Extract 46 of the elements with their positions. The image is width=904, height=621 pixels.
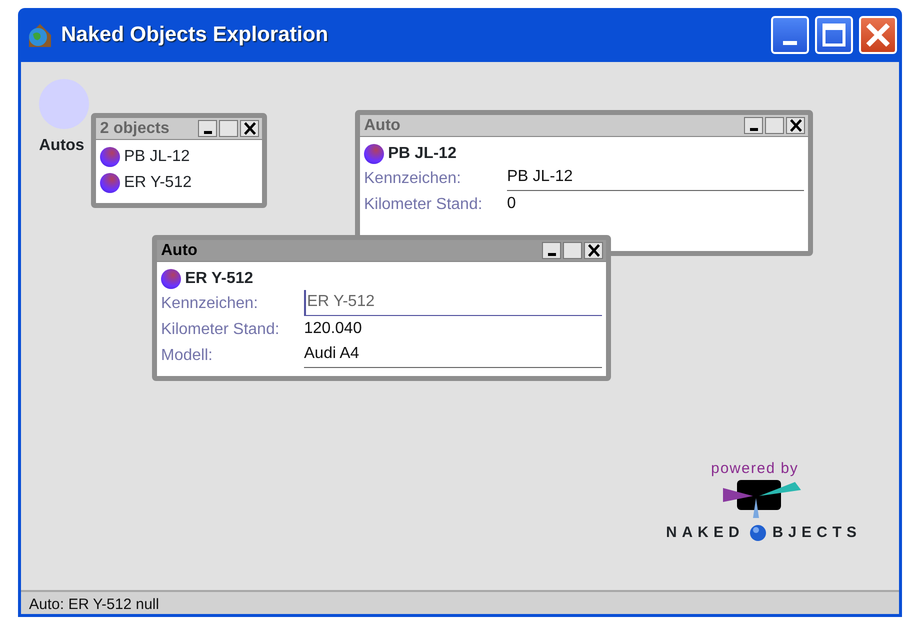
- field-label: Kennzeichen:: [364, 169, 462, 189]
- field-label: Kilometer Stand:: [364, 195, 484, 215]
- maximize-button[interactable]: [219, 120, 238, 137]
- window-title: Naked Objects Exploration: [61, 22, 328, 48]
- icon-label: Autos: [39, 136, 84, 156]
- close-icon: [787, 118, 804, 133]
- window-title: Auto: [364, 116, 400, 136]
- close-icon: [241, 121, 258, 136]
- status-bar: Auto: ER Y-512 null: [21, 590, 899, 614]
- minimize-icon: [204, 131, 212, 134]
- text-field[interactable]: PB JL-12: [507, 165, 804, 191]
- maximize-button[interactable]: [765, 117, 784, 134]
- list-item-label[interactable]: ER Y-512: [124, 171, 192, 195]
- minimize-icon: [783, 41, 797, 45]
- close-button[interactable]: [240, 120, 259, 137]
- object-icon: [100, 147, 120, 167]
- field-label: Modell:: [161, 346, 214, 366]
- maximize-button[interactable]: [563, 242, 582, 259]
- object-icon: [364, 144, 384, 164]
- close-icon: [585, 243, 602, 258]
- number-field[interactable]: 120.040: [304, 317, 602, 342]
- object-title: PB JL-12: [388, 144, 456, 164]
- object-icon: [161, 269, 181, 289]
- field-label: Kennzeichen:: [161, 294, 259, 314]
- minimize-button[interactable]: [744, 117, 763, 134]
- close-button[interactable]: [584, 242, 603, 259]
- field-label: Kilometer Stand:: [161, 320, 280, 340]
- logo-wordmark: BJECTS: [772, 523, 862, 543]
- window-title: Auto: [161, 240, 198, 260]
- window-title: 2 objects: [100, 118, 170, 138]
- maximize-icon: [822, 23, 846, 47]
- minimize-icon: [548, 253, 556, 256]
- minimize-button[interactable]: [198, 120, 217, 137]
- text-field[interactable]: Audi A4: [304, 342, 602, 368]
- logo-wordmark: NAKED: [666, 523, 744, 543]
- sphere-icon: [750, 525, 766, 542]
- object-title: ER Y-512: [185, 269, 254, 289]
- number-field[interactable]: 0: [507, 192, 804, 217]
- list-item-label[interactable]: PB JL-12: [124, 145, 190, 169]
- close-icon: [865, 22, 891, 48]
- object-icon: [100, 173, 120, 193]
- minimize-button[interactable]: [542, 242, 561, 259]
- logo-tagline: powered by: [711, 459, 799, 479]
- text-field[interactable]: ER Y-512: [304, 290, 602, 316]
- minimize-icon: [750, 128, 758, 131]
- close-button[interactable]: [786, 117, 805, 134]
